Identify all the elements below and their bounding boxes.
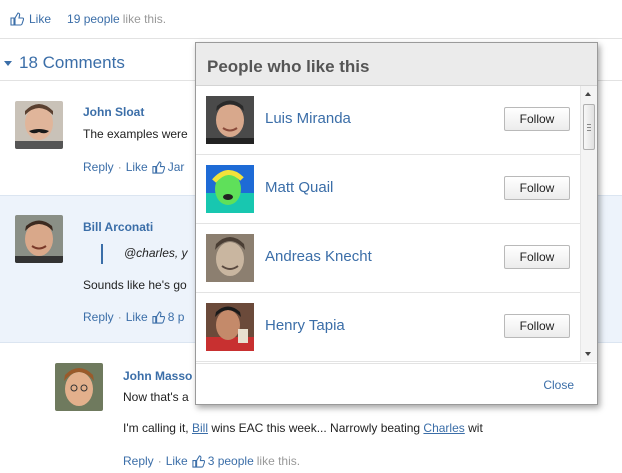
mention-link[interactable]: Charles	[423, 421, 464, 435]
comment-text-line2: I'm calling it, Bill wins EAC this week.…	[123, 421, 483, 435]
dialog-title: People who like this	[196, 43, 597, 86]
liker-row: Henry Tapia Follow	[196, 293, 580, 362]
scrollbar[interactable]	[580, 86, 597, 362]
grip-line	[587, 127, 591, 128]
comment-text: The examples were	[83, 127, 188, 141]
avatar[interactable]	[206, 96, 254, 144]
comment-text: Sounds like he's go	[83, 278, 187, 292]
close-link[interactable]: Close	[543, 378, 574, 392]
scrollbar-thumb[interactable]	[583, 104, 595, 150]
thumbs-up-icon	[152, 310, 165, 324]
likers-link[interactable]: 19 people	[67, 12, 120, 26]
likers-dialog: People who like this Luis Miranda Follow	[195, 42, 598, 405]
like-link[interactable]: Like	[29, 12, 51, 26]
scroll-down-arrow-icon[interactable]	[585, 352, 591, 356]
comment-actions: Reply · Like 3 people like this.	[123, 454, 300, 468]
comment-actions: Reply · Like 8 p	[83, 310, 184, 324]
like-link[interactable]: Like	[126, 310, 148, 324]
liker-name[interactable]: Henry Tapia	[265, 317, 345, 334]
likers-link[interactable]: Jar	[168, 160, 185, 174]
comment-author[interactable]: Bill Arconati	[83, 220, 153, 234]
separator: ·	[117, 310, 122, 324]
like-link[interactable]: Like	[166, 454, 188, 468]
quote-bar	[101, 244, 103, 264]
liker-row: Matt Quail Follow	[196, 155, 580, 224]
like-link[interactable]: Like	[126, 160, 148, 174]
thumbs-up-icon	[192, 454, 205, 468]
follow-button[interactable]: Follow	[504, 107, 570, 131]
comment-author[interactable]: John Sloat	[83, 105, 144, 119]
comment-author[interactable]: John Masso	[123, 369, 192, 383]
liker-name[interactable]: Matt Quail	[265, 179, 333, 196]
avatar[interactable]	[55, 363, 103, 411]
like-suffix: like this.	[122, 12, 167, 26]
avatar[interactable]	[15, 215, 63, 263]
follow-button[interactable]: Follow	[504, 314, 570, 338]
collapse-triangle-icon	[4, 60, 12, 66]
grip-line	[587, 130, 591, 131]
likers-link[interactable]: 3 people	[208, 454, 254, 468]
likers-list: Luis Miranda Follow Matt Quail Follow An…	[196, 86, 580, 362]
reply-link[interactable]: Reply	[123, 454, 154, 468]
scroll-up-arrow-icon[interactable]	[585, 92, 591, 96]
liker-name[interactable]: Luis Miranda	[265, 110, 351, 127]
comment-text: Now that's a	[123, 390, 189, 404]
divider	[0, 38, 622, 39]
comment-actions: Reply · Like Jar	[83, 160, 184, 174]
thumbs-up-icon	[152, 160, 165, 174]
avatar[interactable]	[206, 165, 254, 213]
liker-row: Luis Miranda Follow	[196, 86, 580, 155]
like-bar: Like 19 people like this.	[10, 10, 166, 28]
liker-row: Andreas Knecht Follow	[196, 224, 580, 293]
follow-button[interactable]: Follow	[504, 245, 570, 269]
reply-link[interactable]: Reply	[83, 160, 114, 174]
reply-link[interactable]: Reply	[83, 310, 114, 324]
quoted-text: @charles, y	[124, 246, 188, 260]
follow-button[interactable]: Follow	[504, 176, 570, 200]
like-suffix: like this.	[256, 454, 301, 468]
mention-link[interactable]: Bill	[192, 421, 208, 435]
comments-toggle[interactable]: 18 Comments	[4, 53, 125, 73]
avatar[interactable]	[15, 101, 63, 149]
separator: ·	[157, 454, 162, 468]
liker-name[interactable]: Andreas Knecht	[265, 248, 372, 265]
comments-count: 18 Comments	[19, 53, 125, 72]
dialog-footer: Close	[196, 363, 597, 404]
avatar[interactable]	[206, 303, 254, 351]
avatar[interactable]	[206, 234, 254, 282]
likers-link[interactable]: 8 p	[168, 310, 185, 324]
thumbs-up-icon[interactable]	[10, 12, 24, 26]
grip-line	[587, 124, 591, 125]
separator: ·	[117, 160, 122, 174]
